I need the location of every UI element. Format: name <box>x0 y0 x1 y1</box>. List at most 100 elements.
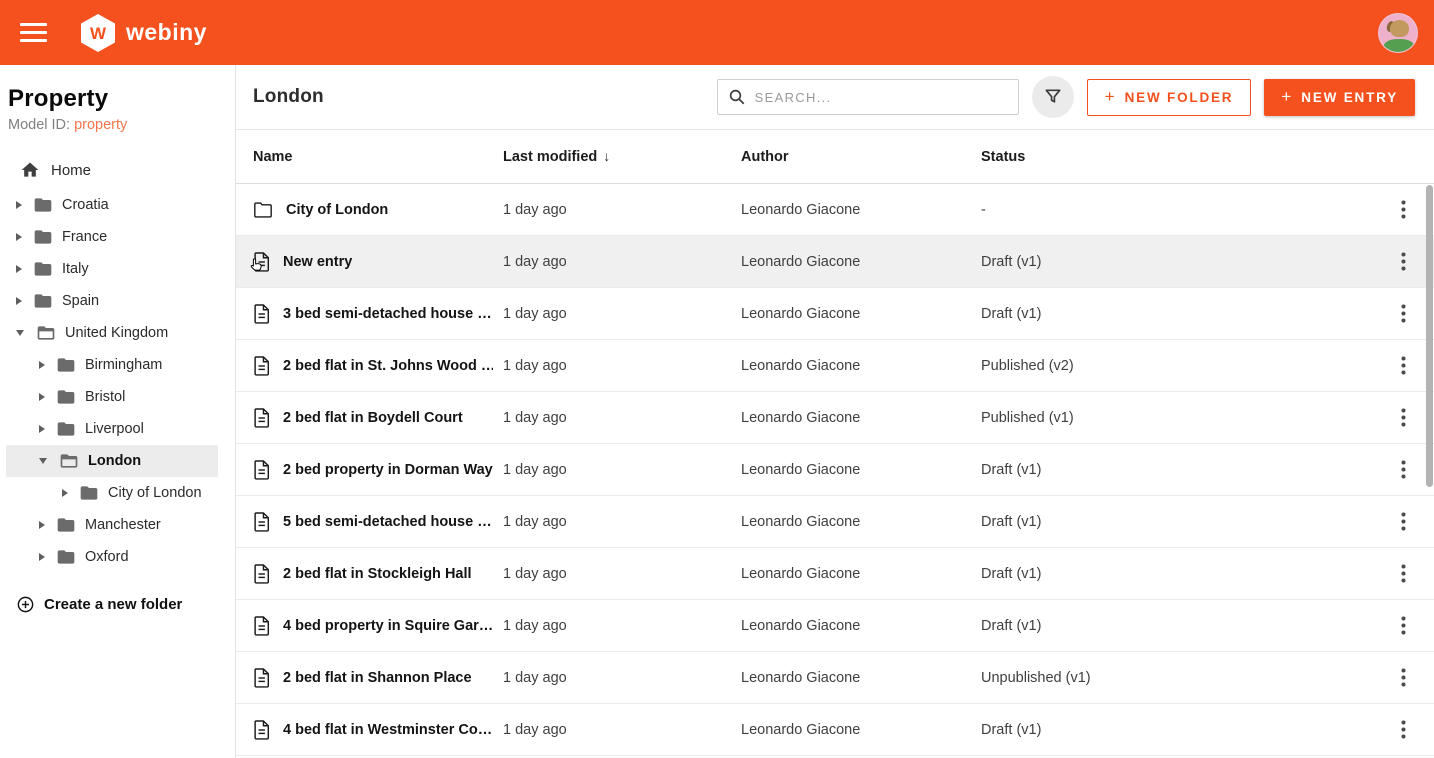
entry-author: Leonardo Giacone <box>741 617 861 634</box>
folder-tree-item-liverpool[interactable]: Liverpool <box>6 413 218 445</box>
row-menu-button[interactable] <box>1386 557 1420 591</box>
caret-down-icon[interactable] <box>39 458 47 464</box>
table-row-new-entry[interactable]: New entry 1 day ago Leonardo Giacone Draft … <box>236 236 1434 288</box>
folder-tree-item-city-of-london[interactable]: City of London <box>6 477 218 509</box>
entry-status: Draft (v1) <box>981 253 1042 270</box>
kebab-menu-icon <box>1401 720 1406 739</box>
entry-author: Leonardo Giacone <box>741 669 861 686</box>
kebab-menu-icon <box>1401 200 1406 219</box>
folder-tree-item-oxford[interactable]: Oxford <box>6 541 218 573</box>
folder-icon <box>79 483 99 503</box>
folder-label: Oxford <box>85 549 129 565</box>
folder-icon <box>33 259 53 279</box>
caret-right-icon[interactable] <box>16 233 22 241</box>
caret-right-icon[interactable] <box>39 553 45 561</box>
caret-right-icon[interactable] <box>62 489 68 497</box>
search-input[interactable] <box>754 89 1008 105</box>
folder-icon <box>33 291 53 311</box>
table-row-3-bed-semi-detached-house[interactable]: 3 bed semi-detached house … 1 day ago Leon… <box>236 288 1434 340</box>
create-folder-label: Create a new folder <box>44 595 183 613</box>
table-row-2-bed-flat-in-stockleigh-hall[interactable]: 2 bed flat in Stockleigh Hall 1 day ago Le… <box>236 548 1434 600</box>
table-row-2-bed-property-in-dorman-way[interactable]: 2 bed property in Dorman Way 1 day ago Leo… <box>236 444 1434 496</box>
caret-right-icon[interactable] <box>16 265 22 273</box>
new-folder-button[interactable]: + NEW FOLDER <box>1086 78 1252 116</box>
entry-last-modified: 1 day ago <box>503 565 567 582</box>
entry-author: Leonardo Giacone <box>741 721 861 738</box>
entry-name: 2 bed flat in Shannon Place <box>283 669 472 686</box>
caret-right-icon[interactable] <box>39 361 45 369</box>
kebab-menu-icon <box>1401 564 1406 583</box>
row-menu-button[interactable] <box>1386 193 1420 227</box>
table-body: City of London 1 day ago Leonardo Giacone -… <box>236 184 1434 758</box>
folder-icon <box>33 195 53 215</box>
app-top-bar: W webiny <box>0 0 1434 65</box>
kebab-menu-icon <box>1401 252 1406 271</box>
kebab-menu-icon <box>1401 356 1406 375</box>
folder-tree-item-italy[interactable]: Italy <box>6 253 218 285</box>
row-menu-button[interactable] <box>1386 609 1420 643</box>
create-folder-button[interactable]: Create a new folder <box>6 587 218 621</box>
content-area: London SEARCH... + NEW FOLDER + NEW ENTR… <box>236 65 1434 758</box>
folder-tree-item-london[interactable]: London <box>6 445 218 477</box>
row-menu-button[interactable] <box>1386 349 1420 383</box>
row-menu-button[interactable] <box>1386 245 1420 279</box>
entry-status: Draft (v1) <box>981 513 1042 530</box>
entry-last-modified: 1 day ago <box>503 253 567 270</box>
webiny-hexagon-icon: W <box>79 13 117 53</box>
caret-right-icon[interactable] <box>16 297 22 305</box>
document-icon <box>253 615 270 636</box>
document-icon <box>253 563 270 584</box>
row-menu-button[interactable] <box>1386 713 1420 747</box>
hamburger-menu-icon[interactable] <box>20 23 47 42</box>
table-row-4-bed-flat-in-westminster-co[interactable]: 4 bed flat in Westminster Co… 1 day ago Le… <box>236 704 1434 756</box>
entry-last-modified: 1 day ago <box>503 721 567 738</box>
caret-down-icon[interactable] <box>16 330 24 336</box>
row-menu-button[interactable] <box>1386 401 1420 435</box>
folder-tree-item-manchester[interactable]: Manchester <box>6 509 218 541</box>
sidebar-item-home[interactable]: Home <box>6 153 218 187</box>
entry-author: Leonardo Giacone <box>741 201 861 218</box>
column-header-label: Last modified <box>503 149 598 165</box>
folder-tree-item-birmingham[interactable]: Birmingham <box>6 349 218 381</box>
row-menu-button[interactable] <box>1386 453 1420 487</box>
table-row-2-bed-flat-in-shannon-place[interactable]: 2 bed flat in Shannon Place 1 day ago Leon… <box>236 652 1434 704</box>
caret-right-icon[interactable] <box>39 393 45 401</box>
folder-tree-item-bristol[interactable]: Bristol <box>6 381 218 413</box>
table-row-city-of-london[interactable]: City of London 1 day ago Leonardo Giacone - <box>236 184 1434 236</box>
row-menu-button[interactable] <box>1386 297 1420 331</box>
folder-icon <box>56 387 76 407</box>
entry-status: - <box>981 201 986 218</box>
plus-circle-icon <box>16 595 35 614</box>
document-icon <box>253 355 270 376</box>
document-icon <box>253 303 270 324</box>
table-row-2-bed-flat-in-st-johns-wood[interactable]: 2 bed flat in St. Johns Wood … 1 day ago L… <box>236 340 1434 392</box>
row-menu-button[interactable] <box>1386 661 1420 695</box>
caret-right-icon[interactable] <box>39 425 45 433</box>
filter-button[interactable] <box>1031 76 1074 118</box>
webiny-logo[interactable]: W webiny <box>79 13 207 53</box>
entry-status: Draft (v1) <box>981 305 1042 322</box>
vertical-scrollbar-thumb[interactable] <box>1426 185 1433 487</box>
folder-label: London <box>88 453 142 469</box>
row-menu-button[interactable] <box>1386 505 1420 539</box>
mouse-cursor-icon <box>247 256 264 279</box>
entry-name: 2 bed flat in St. Johns Wood … <box>283 357 493 374</box>
entry-name: 4 bed property in Squire Gar… <box>283 617 493 634</box>
folder-tree-item-spain[interactable]: Spain <box>6 285 218 317</box>
new-entry-button[interactable]: + NEW ENTRY <box>1264 78 1415 116</box>
column-header-last-modified[interactable]: Last modified ↓ <box>503 148 741 165</box>
folder-tree-item-united-kingdom[interactable]: United Kingdom <box>6 317 218 349</box>
user-avatar[interactable] <box>1378 12 1418 53</box>
entry-name: 3 bed semi-detached house … <box>283 305 492 322</box>
kebab-menu-icon <box>1401 304 1406 323</box>
caret-right-icon[interactable] <box>39 521 45 529</box>
table-row-5-bed-semi-detached-house[interactable]: 5 bed semi-detached house … 1 day ago Leon… <box>236 496 1434 548</box>
content-header: London SEARCH... + NEW FOLDER + NEW ENTR… <box>236 65 1434 130</box>
folder-icon <box>56 515 76 535</box>
caret-right-icon[interactable] <box>16 201 22 209</box>
folder-tree-item-croatia[interactable]: Croatia <box>6 189 218 221</box>
document-icon <box>253 719 270 740</box>
table-row-4-bed-property-in-squire-gar[interactable]: 4 bed property in Squire Gar… 1 day ago Le… <box>236 600 1434 652</box>
table-row-2-bed-flat-in-boydell-court[interactable]: 2 bed flat in Boydell Court 1 day ago Leon… <box>236 392 1434 444</box>
folder-tree-item-france[interactable]: France <box>6 221 218 253</box>
